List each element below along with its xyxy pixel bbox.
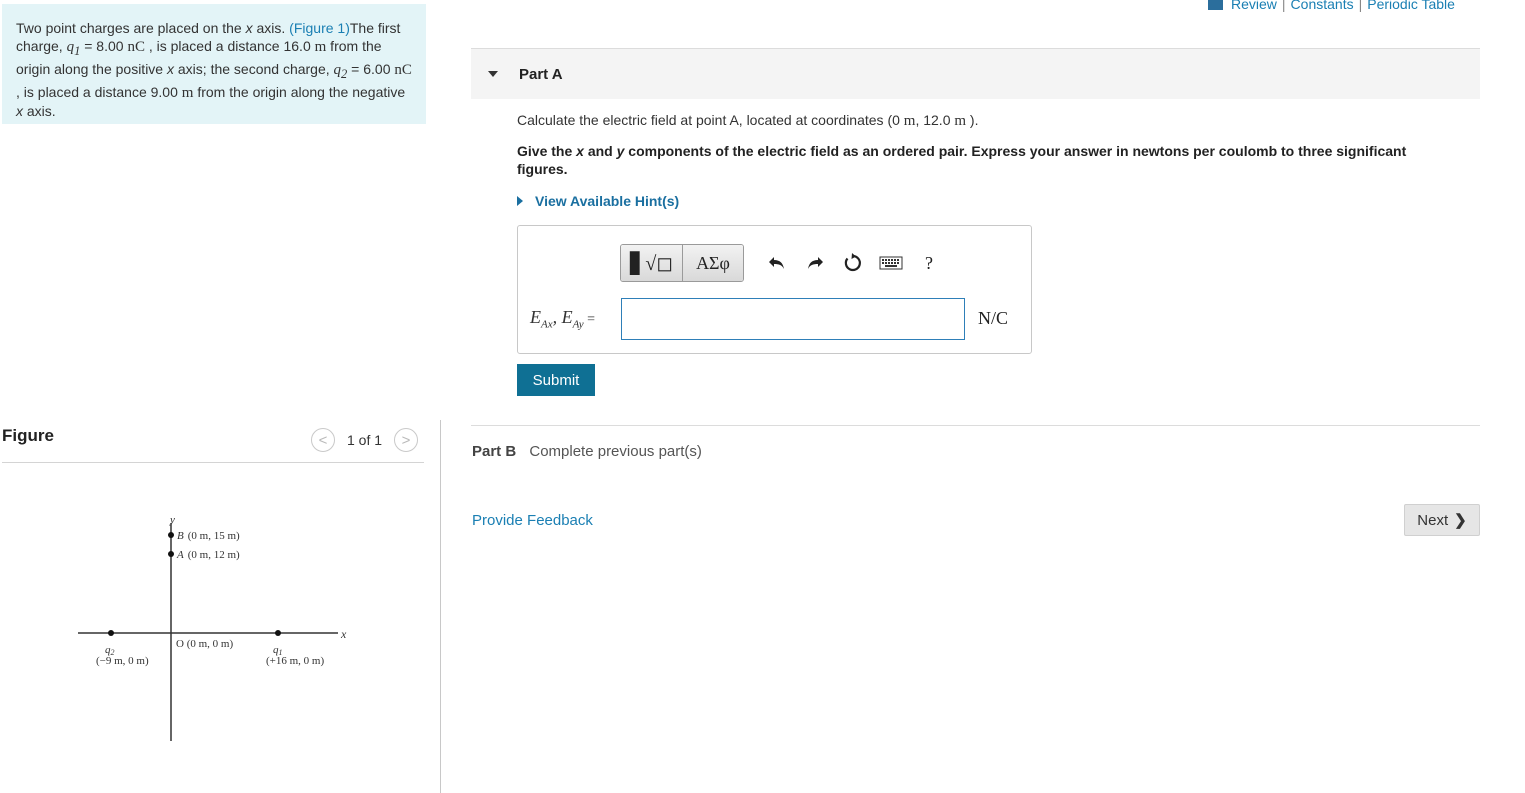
prev-figure-button[interactable]: <: [311, 428, 335, 452]
hint-label: View Available Hint(s): [535, 193, 680, 209]
unit-m: m: [954, 113, 967, 129]
point-a-label: A (0 m, 12 m): [176, 549, 240, 561]
x-var: x: [16, 103, 23, 119]
part-b-divider: [471, 425, 1480, 426]
unit-nc: nC: [127, 39, 145, 55]
undo-icon: [769, 257, 784, 269]
view-hints-toggle[interactable]: View Available Hint(s): [517, 193, 679, 209]
periodic-table-link[interactable]: Periodic Table: [1367, 0, 1455, 12]
figure-heading: Figure: [2, 426, 54, 445]
problem-text: from the origin along the negative: [193, 84, 406, 100]
q2-marker: [108, 630, 114, 636]
point-b-marker: [168, 532, 174, 538]
figure-pager: < 1 of 1 >: [311, 427, 419, 453]
next-figure-button[interactable]: >: [394, 428, 419, 452]
x-var: x: [167, 61, 174, 77]
x-var: x: [245, 20, 253, 36]
problem-text: = 6.00: [347, 61, 395, 77]
redo-button[interactable]: [796, 244, 834, 282]
chevron-right-icon: ❯: [1454, 512, 1467, 529]
origin-label: O (0 m, 0 m): [176, 638, 233, 650]
symbols-button[interactable]: ΑΣφ: [683, 245, 743, 281]
column-divider: [440, 420, 441, 793]
problem-text: , is placed a distance 9.00: [16, 84, 182, 100]
keyboard-icon: [879, 256, 903, 270]
link-separator: |: [1281, 0, 1286, 12]
problem-text: = 8.00: [80, 38, 128, 54]
problem-text: Two point charges are placed on the: [16, 20, 246, 36]
book-icon: [1208, 0, 1223, 10]
next-label: Next: [1417, 511, 1449, 529]
answer-box: ▋√◻ ΑΣφ ? EAx, EAy = N/C: [517, 225, 1032, 354]
provide-feedback-link[interactable]: Provide Feedback: [472, 512, 593, 529]
q1-marker: [275, 630, 281, 636]
chevron-right-icon: >: [401, 431, 411, 449]
next-button[interactable]: Next ❯: [1404, 504, 1480, 536]
figure-link[interactable]: (Figure 1): [289, 20, 350, 36]
point-b-label: B (0 m, 15 m): [177, 530, 240, 542]
templates-icon: ▋√◻: [630, 252, 673, 275]
toolbar-button-group: ▋√◻ ΑΣφ: [620, 244, 744, 282]
figure-count: 1 of 1: [347, 432, 383, 448]
part-b-title: Part B: [472, 443, 517, 460]
review-link[interactable]: Review: [1231, 0, 1277, 12]
answer-unit: N/C: [978, 308, 1009, 328]
problem-statement: Two point charges are placed on the x ax…: [2, 4, 426, 124]
reset-icon: [844, 253, 861, 272]
problem-text: , is placed a distance 16.0: [144, 38, 315, 54]
templates-button[interactable]: ▋√◻: [621, 245, 683, 281]
q2-symbol: q2: [333, 62, 348, 81]
resource-links: Review | Constants | Periodic Table: [1208, 0, 1455, 12]
q1-coords: (+16 m, 0 m): [266, 655, 324, 667]
submit-button[interactable]: Submit: [517, 364, 595, 396]
part-a-header[interactable]: Part A: [471, 49, 1480, 99]
answer-input[interactable]: [621, 298, 965, 340]
help-button[interactable]: ?: [910, 244, 948, 282]
caret-right-icon: [517, 196, 523, 206]
part-b-row: Part B Complete previous part(s): [472, 443, 702, 460]
unit-m: m: [314, 39, 327, 55]
help-icon: ?: [925, 252, 933, 273]
point-a-marker: [168, 551, 174, 557]
undo-button[interactable]: [758, 244, 796, 282]
math-toolbar: ▋√◻ ΑΣφ ?: [620, 243, 948, 283]
answer-variable-label: EAx, EAy =: [530, 307, 596, 331]
constants-link[interactable]: Constants: [1291, 0, 1354, 12]
keyboard-button[interactable]: [872, 244, 910, 282]
greek-symbols-icon: ΑΣφ: [696, 252, 730, 273]
redo-icon: [808, 257, 823, 269]
answer-instructions: Give the x and y components of the elect…: [517, 143, 1407, 177]
problem-text: axis.: [23, 103, 56, 119]
q2-coords: (−9 m, 0 m): [96, 655, 149, 667]
link-separator: |: [1358, 0, 1363, 12]
unit-nc: nC: [394, 62, 412, 78]
y-axis-label: y: [169, 514, 175, 526]
caret-down-icon: [488, 71, 498, 77]
unit-m: m: [903, 113, 916, 129]
part-a-question: Calculate the electric field at point A,…: [517, 112, 979, 129]
chevron-left-icon: <: [318, 431, 328, 449]
x-axis-label: x: [340, 627, 347, 641]
part-b-status: Complete previous part(s): [529, 443, 702, 460]
reset-button[interactable]: [834, 244, 872, 282]
problem-text: axis; the second charge,: [174, 61, 334, 77]
problem-text: axis.: [252, 20, 290, 36]
unit-m: m: [181, 85, 194, 101]
part-a-title: Part A: [519, 66, 563, 83]
charge-diagram: y x B (0 m, 15 m) A (0 m, 12 m) O (0 m, 0 …: [78, 514, 347, 741]
q1-symbol: q1: [66, 39, 81, 58]
